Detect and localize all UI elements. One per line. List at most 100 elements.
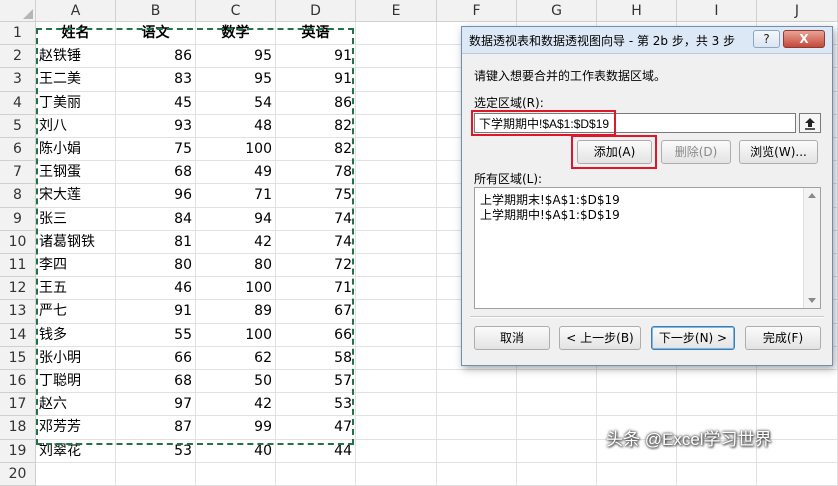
list-item[interactable]: 上学期期中!$A$1:$D$19 — [480, 206, 620, 223]
table-cell[interactable] — [517, 462, 597, 486]
table-cell[interactable] — [437, 370, 517, 394]
row-header[interactable]: 9 — [0, 207, 36, 231]
table-cell[interactable]: 74 — [276, 230, 356, 254]
table-cell[interactable]: 58 — [276, 346, 356, 370]
collapse-dialog-button[interactable] — [799, 113, 821, 133]
table-cell[interactable]: 72 — [276, 254, 356, 278]
row-header[interactable]: 3 — [0, 68, 36, 92]
table-cell[interactable] — [437, 416, 517, 440]
table-cell[interactable] — [517, 416, 597, 440]
table-cell[interactable]: 68 — [116, 161, 196, 185]
row-header[interactable]: 10 — [0, 230, 36, 254]
table-cell[interactable]: 44 — [276, 439, 356, 463]
table-cell[interactable] — [356, 230, 437, 254]
table-cell[interactable] — [356, 439, 437, 463]
table-cell[interactable]: 62 — [196, 346, 276, 370]
table-cell[interactable] — [597, 462, 677, 486]
table-cell[interactable] — [356, 323, 437, 347]
table-cell[interactable] — [356, 393, 437, 417]
scroll-up-arrow-icon[interactable] — [808, 193, 816, 198]
table-cell[interactable] — [356, 184, 437, 208]
table-cell[interactable]: 75 — [116, 138, 196, 162]
table-cell[interactable]: 诸葛钢铁 — [36, 230, 116, 254]
table-cell[interactable]: 赵铁锤 — [36, 45, 116, 69]
table-cell[interactable]: 100 — [196, 138, 276, 162]
table-cell[interactable] — [757, 462, 838, 486]
column-header[interactable]: J — [757, 0, 838, 22]
table-cell[interactable]: 80 — [116, 254, 196, 278]
row-header[interactable]: 1 — [0, 22, 36, 46]
row-header[interactable]: 20 — [0, 462, 36, 486]
table-cell[interactable]: 王二美 — [36, 68, 116, 92]
table-cell[interactable] — [356, 300, 437, 324]
table-cell[interactable]: 99 — [196, 416, 276, 440]
table-cell[interactable] — [757, 393, 838, 417]
table-cell[interactable] — [356, 114, 437, 138]
table-cell[interactable]: 刘八 — [36, 114, 116, 138]
table-cell[interactable]: 96 — [116, 184, 196, 208]
table-cell[interactable]: 71 — [276, 277, 356, 301]
table-cell[interactable]: 91 — [116, 300, 196, 324]
table-cell[interactable]: 丁美丽 — [36, 91, 116, 115]
row-header[interactable]: 12 — [0, 277, 36, 301]
table-cell[interactable]: 宋大莲 — [36, 184, 116, 208]
table-cell[interactable] — [276, 462, 356, 486]
cancel-button[interactable]: 取消 — [474, 326, 550, 350]
table-cell[interactable] — [437, 393, 517, 417]
table-cell[interactable]: 80 — [196, 254, 276, 278]
table-cell[interactable]: 42 — [196, 393, 276, 417]
table-cell[interactable]: 86 — [276, 91, 356, 115]
table-cell[interactable] — [677, 462, 757, 486]
close-button[interactable]: X — [783, 30, 825, 48]
browse-button[interactable]: 浏览(W)... — [739, 140, 818, 164]
table-cell[interactable]: 46 — [116, 277, 196, 301]
table-cell[interactable]: 82 — [276, 114, 356, 138]
table-cell[interactable]: 67 — [276, 300, 356, 324]
table-cell[interactable] — [356, 91, 437, 115]
column-header[interactable]: B — [116, 0, 196, 22]
table-cell[interactable]: 赵六 — [36, 393, 116, 417]
table-cell[interactable] — [356, 370, 437, 394]
table-cell[interactable] — [597, 393, 677, 417]
table-cell[interactable]: 48 — [196, 114, 276, 138]
row-header[interactable]: 5 — [0, 114, 36, 138]
help-button[interactable]: ? — [753, 30, 780, 48]
table-cell[interactable] — [356, 138, 437, 162]
table-cell[interactable] — [36, 462, 116, 486]
delete-button[interactable]: 删除(D) — [661, 140, 731, 164]
table-cell[interactable]: 丁聪明 — [36, 370, 116, 394]
row-header[interactable]: 4 — [0, 91, 36, 115]
column-header[interactable]: G — [517, 0, 597, 22]
table-cell[interactable] — [196, 462, 276, 486]
next-button[interactable]: 下一步(N) > — [651, 326, 735, 350]
table-cell[interactable]: 91 — [276, 45, 356, 69]
row-header[interactable]: 17 — [0, 393, 36, 417]
finish-button[interactable]: 完成(F) — [745, 326, 821, 350]
row-header[interactable]: 2 — [0, 45, 36, 69]
table-cell[interactable]: 王五 — [36, 277, 116, 301]
table-cell[interactable]: 75 — [276, 184, 356, 208]
header-cell[interactable]: 语文 — [116, 22, 196, 46]
table-cell[interactable]: 86 — [116, 45, 196, 69]
table-cell[interactable]: 71 — [196, 184, 276, 208]
table-cell[interactable]: 91 — [276, 68, 356, 92]
table-cell[interactable] — [677, 370, 757, 394]
table-cell[interactable]: 95 — [196, 45, 276, 69]
table-cell[interactable]: 李四 — [36, 254, 116, 278]
table-cell[interactable]: 刘翠花 — [36, 439, 116, 463]
table-cell[interactable] — [437, 462, 517, 486]
vertical-scrollbar[interactable] — [803, 188, 820, 308]
column-header[interactable]: D — [276, 0, 356, 22]
column-header[interactable]: E — [356, 0, 437, 22]
table-cell[interactable] — [356, 161, 437, 185]
table-cell[interactable]: 68 — [116, 370, 196, 394]
table-cell[interactable]: 张小明 — [36, 346, 116, 370]
table-cell[interactable]: 97 — [116, 393, 196, 417]
row-header[interactable]: 14 — [0, 323, 36, 347]
table-cell[interactable] — [517, 370, 597, 394]
table-cell[interactable] — [757, 370, 838, 394]
range-input[interactable] — [474, 113, 796, 133]
table-cell[interactable]: 53 — [276, 393, 356, 417]
table-cell[interactable]: 66 — [276, 323, 356, 347]
row-header[interactable]: 11 — [0, 254, 36, 278]
